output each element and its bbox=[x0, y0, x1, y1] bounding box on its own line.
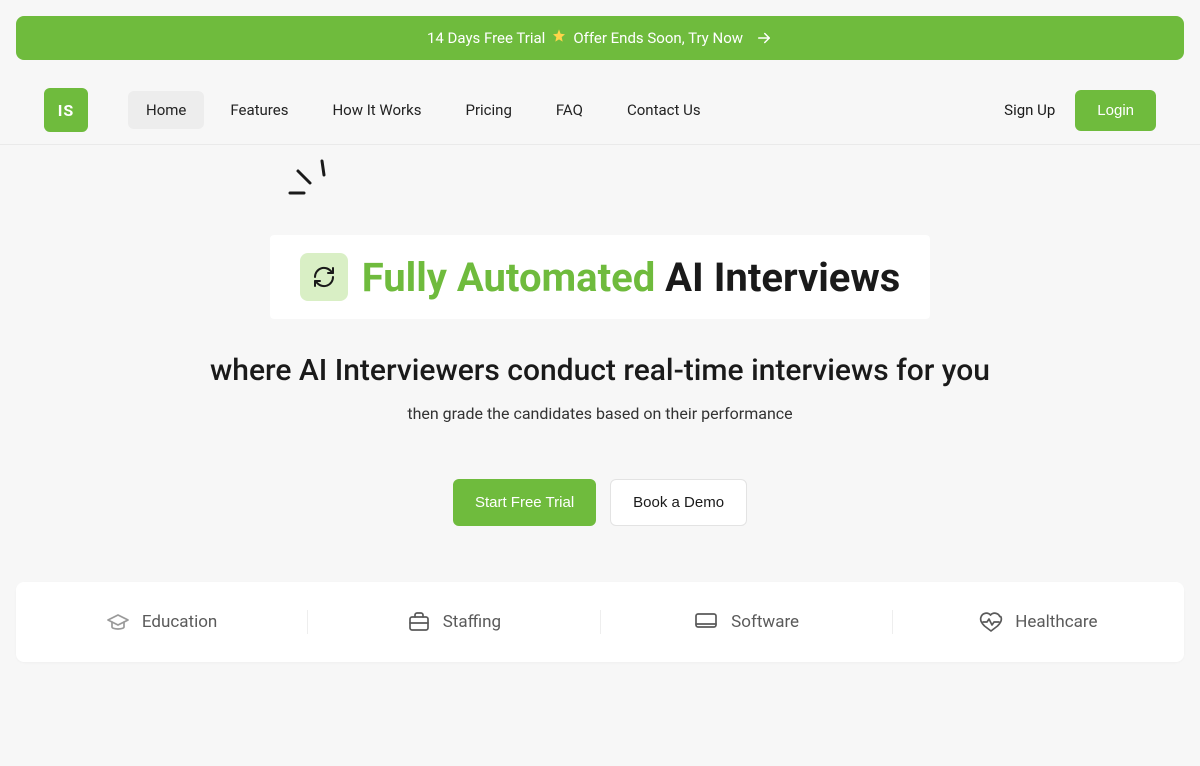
tagline: then grade the candidates based on their… bbox=[0, 404, 1200, 423]
category-label: Healthcare bbox=[1015, 612, 1097, 632]
category-healthcare[interactable]: Healthcare bbox=[893, 610, 1184, 634]
cta-row: Start Free Trial Book a Demo bbox=[0, 479, 1200, 526]
hero-section: Fully Automated AI Interviews where AI I… bbox=[0, 145, 1200, 526]
promo-text-after: Offer Ends Soon, Try Now bbox=[573, 29, 743, 47]
nav-link-how-it-works[interactable]: How It Works bbox=[314, 91, 439, 129]
nav-link-features[interactable]: Features bbox=[212, 91, 306, 129]
nav-link-home[interactable]: Home bbox=[128, 91, 204, 129]
category-software[interactable]: Software bbox=[601, 610, 893, 634]
category-label: Software bbox=[731, 612, 799, 632]
promo-banner[interactable]: 14 Days Free Trial Offer Ends Soon, Try … bbox=[16, 16, 1184, 60]
start-free-trial-button[interactable]: Start Free Trial bbox=[453, 479, 596, 526]
nav-right: Sign Up Login bbox=[1004, 90, 1156, 131]
star-icon bbox=[551, 28, 567, 48]
headline-highlight: Fully Automated bbox=[362, 254, 656, 301]
login-button[interactable]: Login bbox=[1075, 90, 1156, 131]
heart-pulse-icon bbox=[979, 610, 1003, 634]
category-label: Education bbox=[142, 612, 217, 632]
signup-link[interactable]: Sign Up bbox=[1004, 101, 1055, 119]
book-demo-button[interactable]: Book a Demo bbox=[610, 479, 747, 526]
promo-text-before: 14 Days Free Trial bbox=[427, 29, 545, 47]
briefcase-icon bbox=[407, 610, 431, 634]
monitor-icon bbox=[693, 610, 719, 634]
promo-text: 14 Days Free Trial Offer Ends Soon, Try … bbox=[427, 28, 743, 48]
logo[interactable]: IS bbox=[44, 88, 88, 132]
navbar: IS Home Features How It Works Pricing FA… bbox=[0, 76, 1200, 145]
burst-decoration bbox=[284, 153, 340, 213]
headline-rest: AI Interviews bbox=[655, 254, 900, 301]
category-education[interactable]: Education bbox=[16, 610, 308, 634]
arrow-right-icon bbox=[755, 29, 773, 47]
nav-links: Home Features How It Works Pricing FAQ C… bbox=[128, 91, 719, 129]
headline-pill: Fully Automated AI Interviews bbox=[270, 235, 931, 319]
categories-strip: Education Staffing Software Healthcare bbox=[16, 582, 1184, 662]
nav-link-contact[interactable]: Contact Us bbox=[609, 91, 719, 129]
education-icon bbox=[106, 610, 130, 634]
nav-link-faq[interactable]: FAQ bbox=[538, 91, 601, 129]
subhead: where AI Interviewers conduct real-time … bbox=[0, 353, 1200, 388]
nav-link-pricing[interactable]: Pricing bbox=[447, 91, 529, 129]
headline: Fully Automated AI Interviews bbox=[362, 254, 901, 301]
category-staffing[interactable]: Staffing bbox=[308, 610, 600, 634]
category-label: Staffing bbox=[443, 612, 501, 632]
cycle-icon bbox=[300, 253, 348, 301]
